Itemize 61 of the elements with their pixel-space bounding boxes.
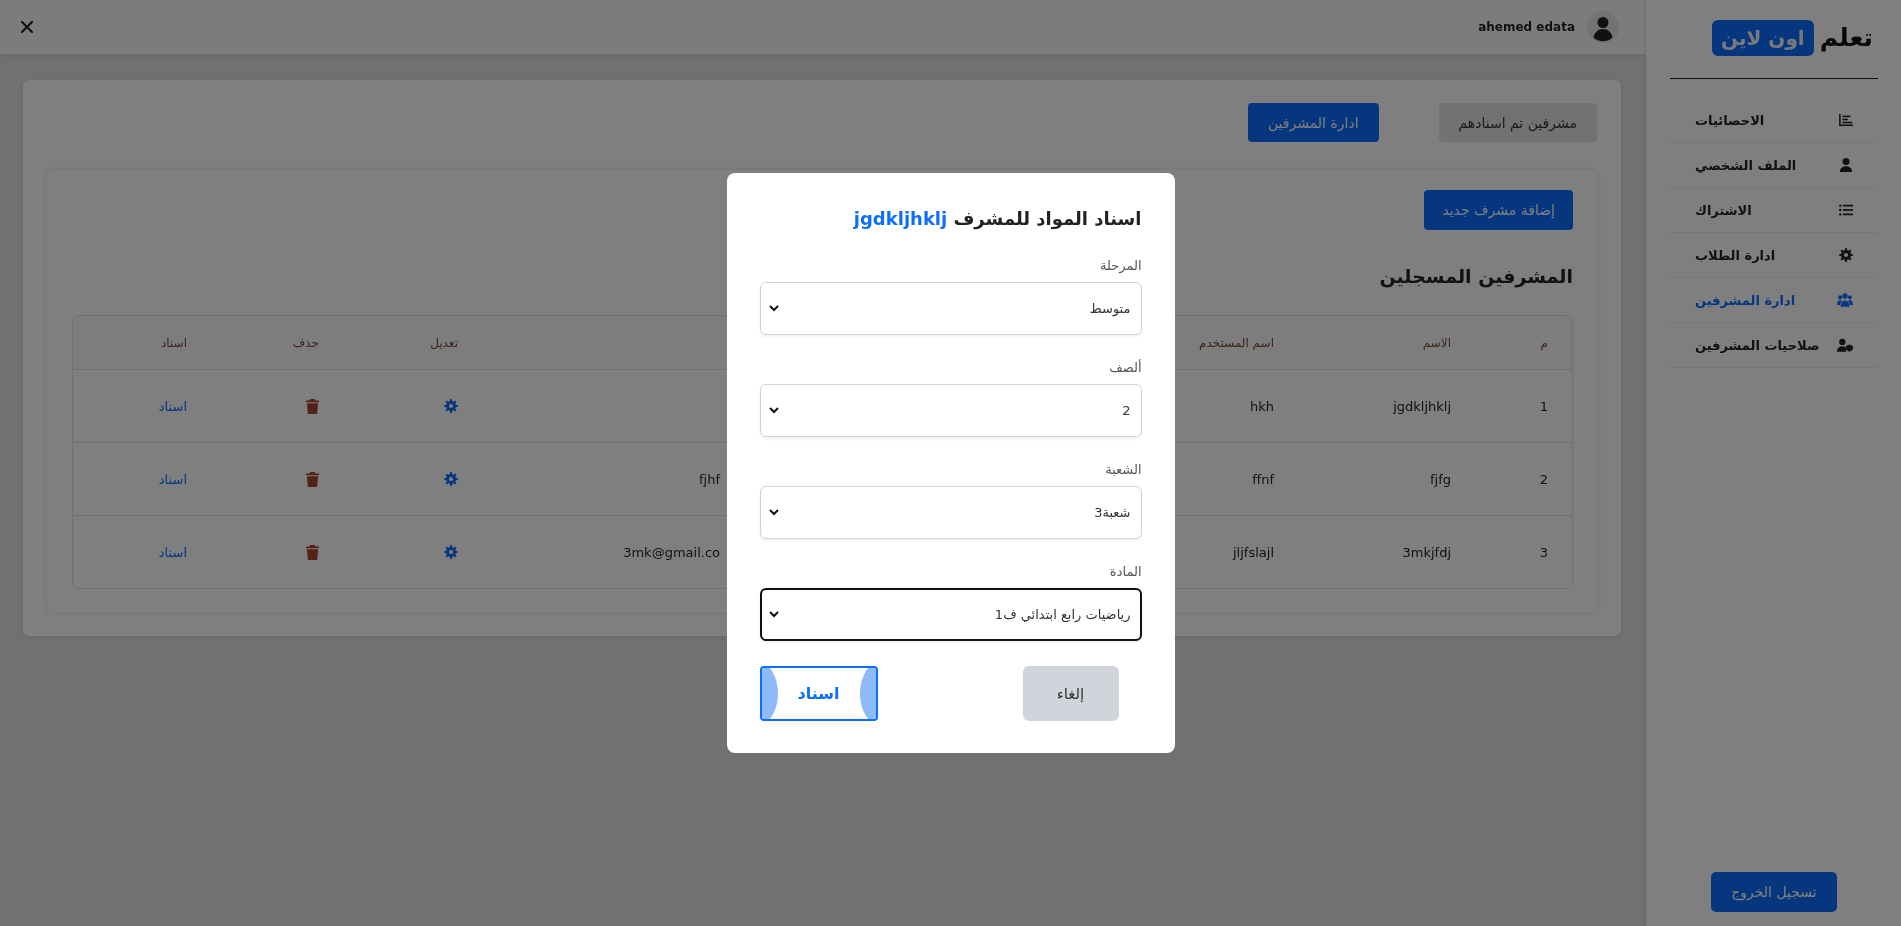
assign-link[interactable]: اسناد <box>158 471 187 487</box>
chevron-down-icon <box>768 305 779 312</box>
gear-icon[interactable] <box>444 472 458 486</box>
sidebar-item[interactable]: صلاحيات المشرفين <box>1670 323 1878 368</box>
column-header: اسناد <box>161 335 187 350</box>
gear-icon[interactable] <box>444 545 458 559</box>
sidebar-item[interactable]: الاحصائيات <box>1670 98 1878 143</box>
field-label: الشعبة <box>1105 461 1142 479</box>
users-icon <box>1837 293 1853 307</box>
logo-badge: اون لاين <box>1711 20 1814 56</box>
trash-icon[interactable] <box>306 398 319 414</box>
field-label: المرحلة <box>1099 257 1142 275</box>
gear-icon <box>1839 248 1853 262</box>
select-field[interactable]: رياضيات رابع ابتدائي ف1 <box>759 588 1142 641</box>
table-cell: jljfslajl <box>1233 544 1274 560</box>
column-header: حذف <box>292 335 319 350</box>
table-cell: ffnf <box>1252 471 1274 487</box>
select-field[interactable]: شعبة3 <box>759 486 1142 539</box>
field-label: ألصف <box>1109 359 1142 377</box>
list-icon <box>1839 203 1853 217</box>
section-heading: المشرفين المسجلين <box>1379 264 1573 290</box>
add-supervisor-button[interactable]: إضافة مشرف جديد <box>1424 190 1573 230</box>
tab[interactable]: مشرفين تم اسنادهم <box>1438 103 1597 142</box>
chevron-down-icon <box>768 407 779 414</box>
select-field[interactable]: متوسط <box>759 282 1142 335</box>
trash-icon[interactable] <box>306 471 319 487</box>
column-header: اسم المستخدم <box>1199 335 1274 350</box>
sidebar-item[interactable]: ادارة الطلاب <box>1670 233 1878 278</box>
table-cell: 1 <box>1539 398 1548 414</box>
sidebar-item[interactable]: ادارة المشرفين <box>1670 278 1878 323</box>
field-label: المادة <box>1109 563 1142 581</box>
assign-link[interactable]: اسناد <box>158 544 187 560</box>
user-shield-icon <box>1837 338 1853 352</box>
table-cell: hkh <box>1250 398 1274 414</box>
table-cell: 3 <box>1539 544 1548 560</box>
sidebar-item[interactable]: الاشتراك <box>1670 188 1878 233</box>
tab[interactable]: ادارة المشرفين <box>1247 103 1379 142</box>
chevron-down-icon <box>768 611 779 618</box>
table-cell: jgdkljhklj <box>1393 398 1451 414</box>
user-avatar-icon[interactable] <box>1587 11 1619 43</box>
assign-link[interactable]: اسناد <box>158 398 187 414</box>
logout-button[interactable]: تسجيل الخروج <box>1711 872 1837 912</box>
column-header: الاسم <box>1422 335 1451 350</box>
column-header: تعديل <box>430 335 458 350</box>
logo-text: تعلم <box>1819 22 1873 54</box>
table-cell: 3mkjfdj <box>1402 544 1451 560</box>
trash-icon[interactable] <box>306 544 319 560</box>
gear-icon[interactable] <box>444 399 458 413</box>
chart-icon <box>1839 113 1853 127</box>
cancel-button[interactable]: إلغاء <box>1022 666 1119 721</box>
table-cell: fjhf <box>699 471 720 487</box>
select-field[interactable]: 2 <box>759 384 1142 437</box>
table-cell: 2 <box>1539 471 1548 487</box>
table-cell: 3mk@gmail.co <box>623 544 720 560</box>
user-name: ahemed edata <box>1478 20 1575 34</box>
chevron-down-icon <box>768 509 779 516</box>
close-icon[interactable] <box>21 21 33 33</box>
column-header: م <box>1540 335 1548 350</box>
sidebar-item[interactable]: الملف الشخصي <box>1670 143 1878 188</box>
user-icon <box>1839 158 1853 172</box>
table-cell: fjfg <box>1429 471 1451 487</box>
